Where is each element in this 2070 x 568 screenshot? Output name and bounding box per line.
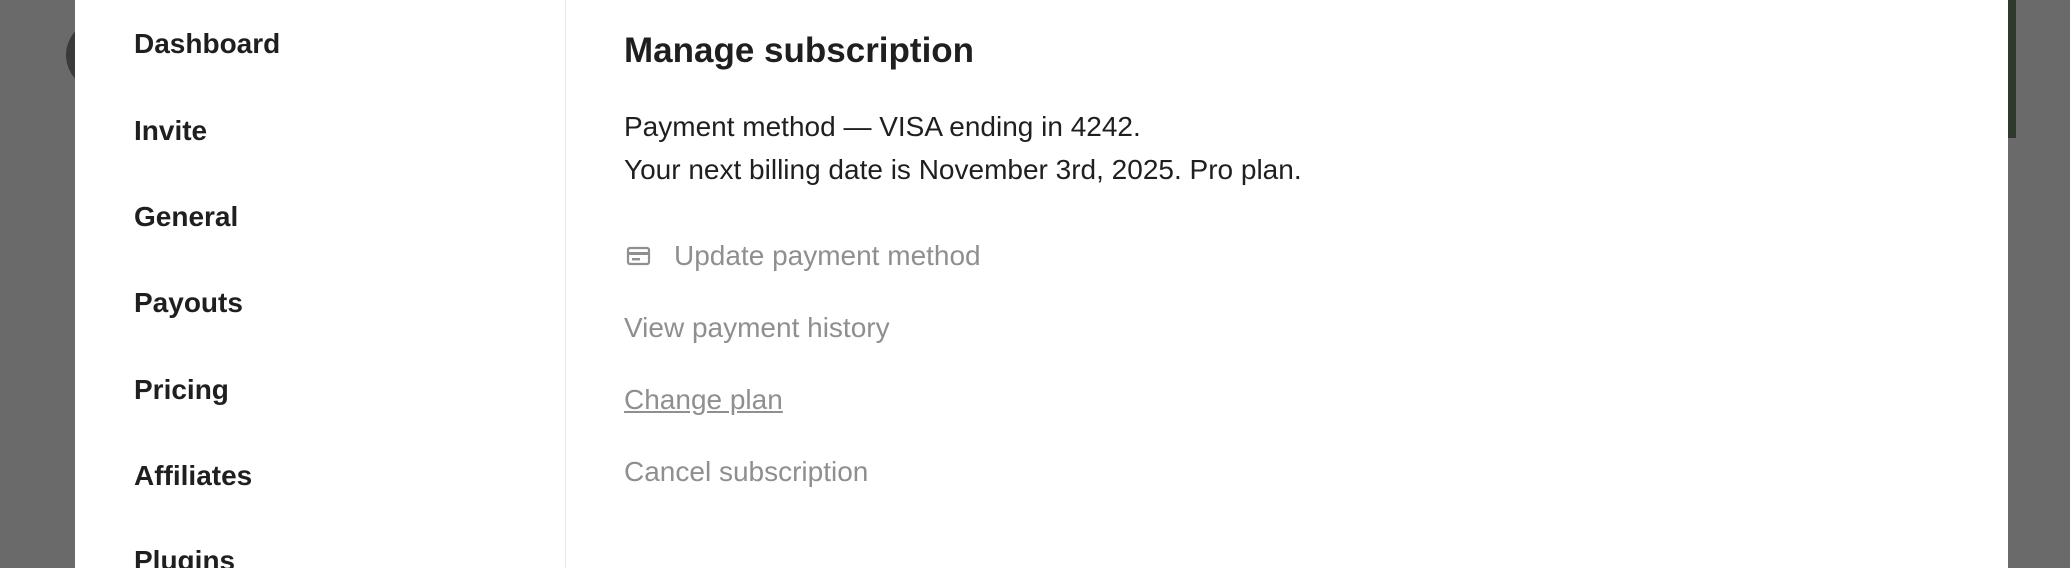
update-payment-method-link[interactable]: Update payment method (624, 239, 981, 273)
view-payment-history-link[interactable]: View payment history (624, 311, 890, 345)
sidebar-item-invite[interactable]: Invite (134, 114, 207, 148)
page-title: Manage subscription (624, 31, 975, 70)
update-payment-method-label: Update payment method (674, 240, 981, 271)
sidebar-item-affiliates[interactable]: Affiliates (134, 459, 252, 493)
billing-date-text: Your next billing date is November 3rd, … (624, 154, 1302, 185)
cancel-subscription-link[interactable]: Cancel subscription (624, 455, 868, 489)
subscription-panel: Manage subscription Payment method — VIS… (624, 0, 1924, 568)
sidebar-item-dashboard[interactable]: Dashboard (134, 27, 280, 61)
sidebar-item-pricing[interactable]: Pricing (134, 373, 229, 407)
settings-sidebar: Dashboard Invite General Payouts Pricing… (75, 0, 566, 568)
sidebar-item-payouts[interactable]: Payouts (134, 286, 243, 320)
credit-card-icon (624, 242, 652, 270)
sidebar-item-general[interactable]: General (134, 200, 238, 234)
sidebar-item-plugins[interactable]: Plugins (134, 544, 235, 568)
background-image-edge (2008, 0, 2016, 138)
change-plan-link[interactable]: Change plan (624, 383, 783, 417)
settings-modal: Dashboard Invite General Payouts Pricing… (75, 0, 2008, 568)
payment-method-text: Payment method — VISA ending in 4242. (624, 111, 1141, 142)
